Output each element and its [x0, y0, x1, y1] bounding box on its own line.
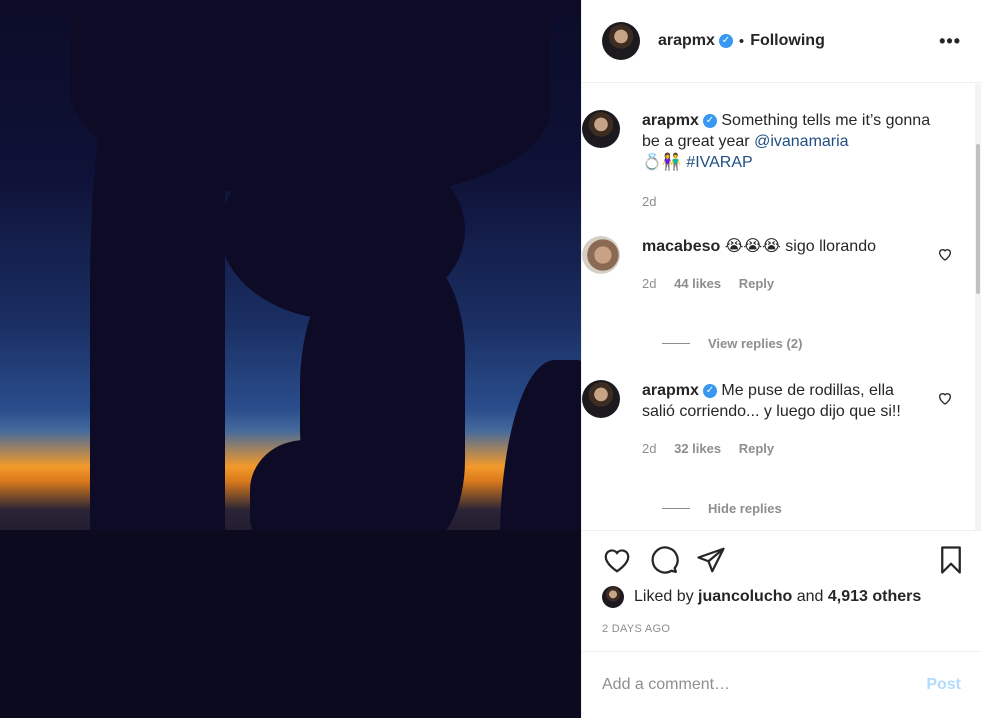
hide-replies-label: Hide replies — [708, 501, 782, 516]
liked-by-others[interactable]: 4,913 others — [828, 588, 921, 606]
verified-icon: ✓ — [702, 383, 717, 398]
comment-icon[interactable] — [649, 545, 679, 575]
share-icon[interactable] — [696, 545, 726, 575]
post-button[interactable]: Post — [926, 676, 961, 694]
divider-line — [662, 343, 690, 344]
avatar[interactable] — [602, 22, 640, 60]
avatar[interactable] — [582, 110, 620, 148]
scrollbar-thumb[interactable] — [976, 144, 980, 294]
caption-time[interactable]: 2d — [642, 194, 656, 209]
post-panel: arapmx ✓ • Following ••• arapmx ✓ Somethi… — [581, 0, 981, 718]
like-comment-icon[interactable] — [937, 246, 953, 262]
caption-emojis: 💍👫 — [642, 154, 682, 171]
comments-scrollbar[interactable] — [975, 84, 981, 530]
comment-likes[interactable]: 44 likes — [674, 276, 721, 291]
comment-time[interactable]: 2d — [642, 276, 656, 291]
avatar[interactable] — [582, 380, 620, 418]
comment-time[interactable]: 2d — [642, 441, 656, 456]
verified-icon: ✓ — [702, 113, 717, 128]
liked-by-prefix: Liked by — [634, 588, 694, 605]
like-icon[interactable] — [602, 545, 632, 575]
hide-replies-button[interactable]: Hide replies — [662, 501, 782, 516]
more-options-icon[interactable]: ••• — [939, 31, 961, 52]
add-comment-bar: Post — [582, 651, 981, 718]
bookmark-icon[interactable] — [936, 545, 966, 575]
post-time-ago[interactable]: 2 DAYS AGO — [602, 623, 670, 635]
caption: arapmx ✓ Something tells me it’s gonna be… — [582, 110, 961, 212]
comment-text: sigo llorando — [785, 238, 876, 255]
caption-username[interactable]: arapmx — [642, 112, 699, 129]
comment-body: arapmx ✓ Me puse de rodillas, ella salió … — [642, 380, 961, 459]
avatar[interactable] — [582, 236, 620, 274]
comments-list[interactable]: arapmx ✓ Something tells me it’s gonna be… — [582, 84, 981, 530]
separator-dot: • — [738, 32, 745, 50]
action-bar — [582, 530, 981, 590]
hashtag-link[interactable]: #IVARAP — [686, 154, 752, 171]
avatar[interactable] — [602, 586, 624, 608]
likes-summary: Liked by juancolucho and 4,913 others — [602, 586, 921, 608]
comment-item: macabeso 😭😭😭 sigo llorando 2d 44 likes R… — [582, 236, 961, 294]
foreground-shadow — [0, 530, 581, 718]
like-comment-icon[interactable] — [937, 390, 953, 406]
liked-by-and: and — [796, 588, 824, 605]
comment-username[interactable]: arapmx — [642, 382, 699, 399]
header-username[interactable]: arapmx — [658, 32, 715, 50]
following-button[interactable]: Following — [750, 32, 825, 50]
post-header: arapmx ✓ • Following ••• — [582, 0, 981, 83]
view-replies-label: View replies (2) — [708, 336, 803, 351]
comment-item: arapmx ✓ Me puse de rodillas, ella salió … — [582, 380, 961, 459]
comment-username[interactable]: macabeso — [642, 238, 720, 255]
add-comment-input[interactable] — [602, 676, 927, 694]
reply-button[interactable]: Reply — [739, 441, 774, 456]
divider-line — [662, 508, 690, 509]
mention-link[interactable]: @ivanamaria — [754, 133, 849, 150]
comment-body: macabeso 😭😭😭 sigo llorando 2d 44 likes R… — [642, 236, 961, 294]
silhouette-shape — [250, 440, 360, 540]
post-photo[interactable] — [0, 0, 581, 718]
comment-emojis: 😭😭😭 — [724, 238, 781, 255]
liked-by-user[interactable]: juancolucho — [698, 588, 792, 606]
verified-icon: ✓ — [718, 34, 733, 48]
view-replies-button[interactable]: View replies (2) — [662, 336, 802, 351]
reply-button[interactable]: Reply — [739, 276, 774, 291]
caption-body: arapmx ✓ Something tells me it’s gonna be… — [642, 110, 961, 212]
comment-likes[interactable]: 32 likes — [674, 441, 721, 456]
